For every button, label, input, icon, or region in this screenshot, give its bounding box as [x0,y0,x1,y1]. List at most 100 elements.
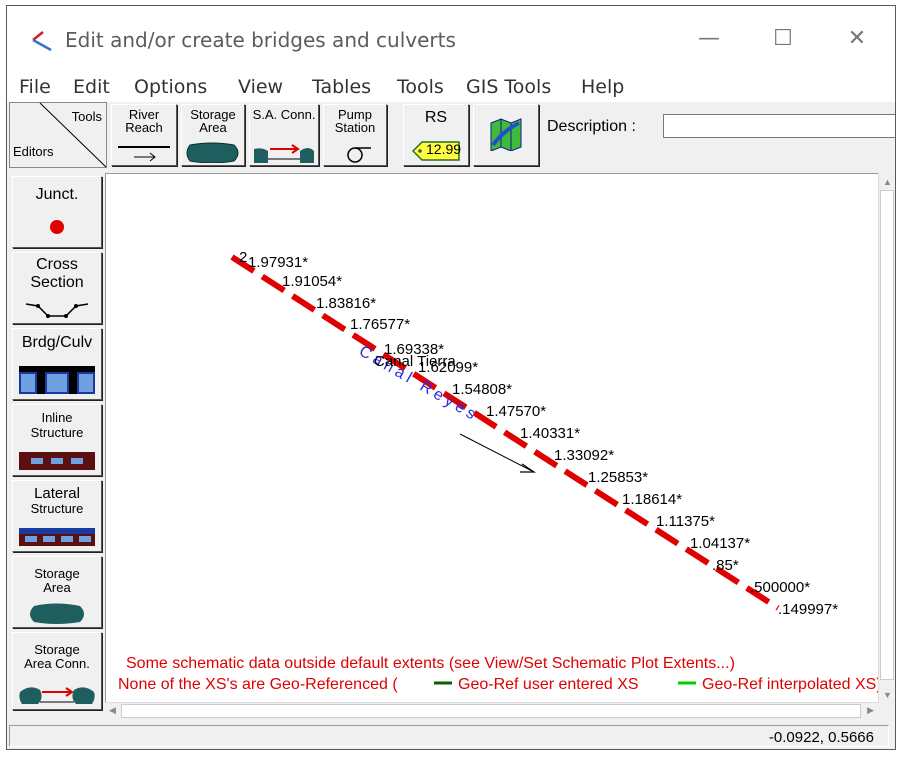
cross-section-button[interactable]: Cross Section [12,252,102,324]
georef-interp-legend-label: Geo-Ref interpolated XS) [702,676,878,693]
scroll-right-icon[interactable]: ▶ [867,705,874,716]
corner-tools-label: Tools [71,109,102,124]
rs-value: 12.99 [426,141,462,157]
bridge-culvert-button[interactable]: Brdg/Culv [12,328,102,400]
menu-view[interactable]: View [238,76,283,98]
map-button[interactable] [473,104,539,166]
menu-file[interactable]: File [19,76,51,98]
xs-label[interactable]: .500000* [750,579,810,596]
schematic-svg: Canal Reyes Canal Tierra 2 1.97931* 1.91… [118,249,878,693]
sa-conn-icon [254,144,314,163]
storage-area-editor-icon [30,603,84,624]
scroll-up-icon[interactable]: ▲ [883,177,892,187]
coordinate-readout: -0.0922, 0.5666 [768,729,874,746]
junction-dot-icon [50,220,64,234]
title-bar: Edit and/or create bridges and culverts … [7,6,895,72]
xs-label[interactable]: 1.11375* [656,513,715,530]
description-label: Description : [547,118,636,135]
horizontal-scroll-thumb[interactable] [121,704,861,718]
rs-button[interactable]: RS 12.99 [403,104,469,166]
reach-start-label: 2 [239,249,247,266]
xs-label[interactable]: 1.40331* [520,425,580,442]
status-bar: -0.0922, 0.5666 [7,720,895,749]
status-field: -0.0922, 0.5666 [9,725,889,747]
cross-section-label-2: Section [30,274,84,291]
georef-warning: None of the XS's are Geo-Referenced ( [118,676,398,693]
lateral-structure-icon [19,528,95,546]
inline-structure-icon [19,452,95,470]
menu-help[interactable]: Help [581,76,624,98]
river-reach-button[interactable]: River Reach [111,104,177,166]
vertical-scroll-thumb[interactable] [880,190,894,680]
pump-station-label: Pump Station [334,107,376,135]
storage-area-button[interactable]: Storage Area [181,104,245,166]
cross-section-label-1: Cross [36,256,78,273]
storage-area-conn-label-1: Storage [34,642,80,657]
lateral-structure-label-2: Structure [30,501,84,516]
storage-area-conn-icon [19,687,95,704]
horizontal-scrollbar[interactable]: ◀ ▶ [105,702,878,720]
storage-area-icon [186,142,239,163]
storage-area-conn-button[interactable]: Storage Area Conn. [12,632,102,710]
xs-label[interactable]: 1.54808* [452,381,512,398]
xs-label[interactable]: 1.47570* [486,403,546,420]
xs-label[interactable]: 1.83816* [316,295,376,312]
xs-label[interactable]: 1.69338* [384,341,444,358]
sa-conn-button[interactable]: S.A. Conn. [249,104,319,166]
inline-structure-label-2: Structure [30,425,84,440]
storage-area-editor-label-1: Storage [34,566,80,581]
menu-tools[interactable]: Tools [397,76,444,98]
river-reach-line[interactable] [230,254,780,611]
tools-editors-corner: Tools Editors [9,102,107,168]
menu-options[interactable]: Options [134,76,207,98]
menu-tables[interactable]: Tables [312,76,371,98]
corner-editors-label: Editors [13,144,54,159]
xs-label[interactable]: .149997* [778,601,838,618]
extents-warning: Some schematic data outside default exte… [126,655,735,672]
storage-area-conn-label-2: Area Conn. [24,656,90,671]
cross-section-icon [25,303,89,318]
rs-tag-icon: 12.99 [412,141,462,161]
app-window: Edit and/or create bridges and culverts … [6,5,896,750]
close-button[interactable]: ✕ [827,16,887,60]
pump-icon [347,147,371,163]
rs-label: RS [424,109,448,126]
xs-label[interactable]: 1.25853* [588,469,648,486]
xs-label[interactable]: 1.18614* [622,491,682,508]
scroll-down-icon[interactable]: ▼ [883,690,892,700]
map-icon [490,118,522,151]
storage-area-editor-button[interactable]: Storage Area [12,556,102,628]
xs-label[interactable]: 1.91054* [282,273,342,290]
vertical-scrollbar[interactable]: ▲ ▼ [878,173,895,702]
xs-label[interactable]: 1.76577* [350,316,410,333]
xs-label[interactable]: .85* [712,557,739,574]
pump-station-button[interactable]: Pump Station [323,104,387,166]
lateral-structure-button[interactable]: Lateral Structure [12,480,102,552]
georef-user-legend-label: Geo-Ref user entered XS [458,676,639,693]
river-reach-label: River Reach [125,107,163,135]
menu-bar: File Edit Options View Tables Tools GIS … [7,72,895,102]
schematic-canvas[interactable]: Canal Reyes Canal Tierra 2 1.97931* 1.91… [105,173,878,703]
xs-label[interactable]: 1.04137* [690,535,750,552]
description-input[interactable] [663,114,895,138]
minimize-button[interactable]: — [679,16,739,60]
lateral-structure-label-1: Lateral [34,485,80,502]
junction-button[interactable]: Junct. [12,176,102,248]
menu-edit[interactable]: Edit [73,76,110,98]
editors-sidebar: Junct. Cross Section Brdg/Culv Inline St… [7,172,105,720]
sa-conn-label: S.A. Conn. [252,107,316,122]
maximize-button[interactable]: ☐ [753,16,813,60]
menu-gis-tools[interactable]: GIS Tools [466,76,551,98]
river-reach-arrow-icon [118,146,170,162]
inline-structure-button[interactable]: Inline Structure [12,404,102,476]
app-icon [32,31,52,52]
xs-label[interactable]: 1.33092* [554,447,614,464]
bridge-icon [19,366,95,394]
storage-area-label: Storage Area [190,107,236,135]
storage-area-editor-label-2: Area [43,580,71,595]
junction-label: Junct. [35,186,79,203]
xs-label[interactable]: 1.97931* [248,254,308,271]
scroll-left-icon[interactable]: ◀ [109,705,116,716]
toolbar: Tools Editors River Reach Storage Area S… [7,102,895,172]
xs-label[interactable]: 1.62099* [418,359,478,376]
